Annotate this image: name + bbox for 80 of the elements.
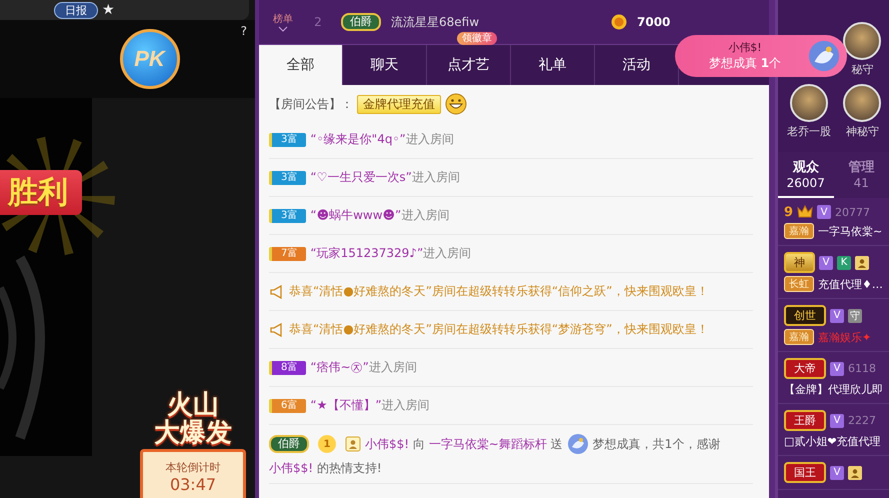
noble-title-badge: 神 bbox=[784, 252, 815, 273]
vip-badge: V bbox=[830, 466, 844, 480]
user-name[interactable]: 充值代理♦… bbox=[818, 276, 883, 292]
user-score: 20777 bbox=[835, 206, 870, 218]
wealth-level-badge: 6富 bbox=[269, 398, 306, 412]
star-symbol: ★ bbox=[102, 2, 115, 18]
chat-tab[interactable]: 全部 bbox=[259, 45, 343, 85]
gift-icon bbox=[566, 433, 589, 455]
coin-amount: 7000 bbox=[637, 15, 670, 29]
vip-badge: V bbox=[817, 205, 832, 219]
guard-name: 神秘守 bbox=[846, 124, 879, 139]
toast-user: 小伟$! bbox=[728, 40, 762, 55]
avatar[interactable] bbox=[790, 84, 828, 122]
wealth-level-badge: 3富 bbox=[269, 170, 306, 184]
avatar[interactable] bbox=[843, 22, 882, 60]
group-tag: 长虹 bbox=[784, 276, 814, 292]
coin-icon bbox=[611, 14, 627, 30]
level-number: 9 bbox=[784, 204, 794, 220]
rank-title-badge: 伯爵 bbox=[269, 435, 309, 453]
noble-title-badge: 创世 bbox=[784, 305, 826, 326]
announcement-tag[interactable]: 金牌代理充值 bbox=[357, 94, 441, 114]
wealth-level-badge: 3富 bbox=[269, 132, 306, 146]
rank-number: 2 bbox=[313, 15, 323, 29]
user-score: 2227 bbox=[848, 414, 876, 427]
avatar[interactable] bbox=[843, 84, 882, 122]
countdown-label: 本轮倒计时 bbox=[166, 460, 220, 475]
gift-message: 小伟$$! 向 一字马依棠~舞蹈标杆 送 bbox=[365, 436, 563, 452]
user-icon bbox=[848, 466, 862, 480]
victory-ribbon: 胜利 bbox=[0, 170, 82, 215]
letter-badge: K bbox=[837, 256, 851, 270]
group-tag: 嘉瀚 bbox=[784, 329, 814, 345]
vip-badge: V bbox=[819, 256, 833, 270]
wealth-level-badge: 8富 bbox=[269, 360, 306, 374]
toast-text: 梦想成真 1个 bbox=[708, 55, 782, 72]
group-tag: 嘉瀚 bbox=[784, 223, 814, 239]
chat-message: “◦缘来是你"4q◦”进入房间 bbox=[310, 131, 454, 148]
gift-message: 小伟$$! 的热情支持! bbox=[269, 461, 382, 475]
user-name: 流流星星68efiw bbox=[391, 14, 480, 30]
noble-title-badge: 王爵 bbox=[784, 410, 826, 431]
chat-message: 恭喜“清恬●好难熬的冬天”房间在超级转转乐获得“信仰之跃”，快来围观欧皇！ bbox=[289, 283, 708, 300]
audience-tab[interactable]: 管理 41 bbox=[834, 152, 889, 198]
grinning-face-icon bbox=[445, 93, 467, 115]
vip-badge: V bbox=[830, 414, 844, 428]
chat-message: “☻蜗牛www☻”进入房间 bbox=[310, 207, 450, 224]
star-level-badge: 1 bbox=[316, 433, 338, 455]
help-mark[interactable]: ? bbox=[240, 24, 247, 38]
noble-title-badge: 大帝 bbox=[784, 358, 826, 379]
vip-badge: V bbox=[830, 362, 844, 376]
chat-message: “玩家151237329♪”进入房间 bbox=[310, 245, 472, 262]
noble-title-badge: 国王 bbox=[784, 462, 826, 483]
user-name[interactable]: □贰小姐❤充值代理 bbox=[784, 434, 881, 449]
audience-tab[interactable]: 观众 26007 bbox=[778, 152, 834, 198]
gift-message: 梦想成真，共1个，感谢 bbox=[592, 436, 720, 452]
wealth-level-badge: 7富 bbox=[269, 246, 306, 260]
ranking-label[interactable]: 榜单 bbox=[273, 12, 293, 26]
user-score: 6118 bbox=[848, 362, 876, 375]
event-title: 大爆发 bbox=[154, 419, 232, 447]
guard-badge: 守 bbox=[848, 308, 862, 322]
countdown-time: 03:47 bbox=[170, 475, 216, 494]
wealth-level-badge: 3富 bbox=[269, 208, 306, 222]
guard-name: 秘守 bbox=[851, 62, 874, 77]
event-title: 火山 bbox=[167, 391, 219, 419]
chat-message: “★【不懂】”进入房间 bbox=[310, 397, 430, 414]
daily-report-tag[interactable]: 日报 bbox=[54, 2, 98, 18]
event-card[interactable]: 本轮倒计时 03:47 bbox=[140, 449, 246, 498]
announcement-label: 【房间公告】： bbox=[269, 96, 353, 112]
user-icon bbox=[345, 436, 361, 452]
tab-badge: 领徽章 bbox=[457, 32, 497, 45]
user-name[interactable]: 【金牌】代理欣儿即 bbox=[784, 382, 883, 397]
vip-badge: V bbox=[830, 308, 844, 322]
guard-name: 老乔一股 bbox=[786, 124, 831, 139]
gift-icon bbox=[807, 39, 841, 73]
chat-message: “痞伟~㉨”进入房间 bbox=[310, 359, 417, 376]
user-icon bbox=[855, 256, 869, 270]
chat-message: “♡一生只爱一次s”进入房间 bbox=[310, 169, 460, 186]
user-name[interactable]: 一字马依棠~ bbox=[818, 224, 882, 238]
chevron-down-icon[interactable] bbox=[278, 26, 288, 32]
chat-message: 恭喜“清恬●好难熬的冬天”房间在超级转转乐获得“梦游苍穹”，快来围观欧皇！ bbox=[289, 321, 708, 338]
rank-title-badge: 伯爵 bbox=[341, 13, 381, 31]
crown-icon bbox=[797, 204, 814, 220]
